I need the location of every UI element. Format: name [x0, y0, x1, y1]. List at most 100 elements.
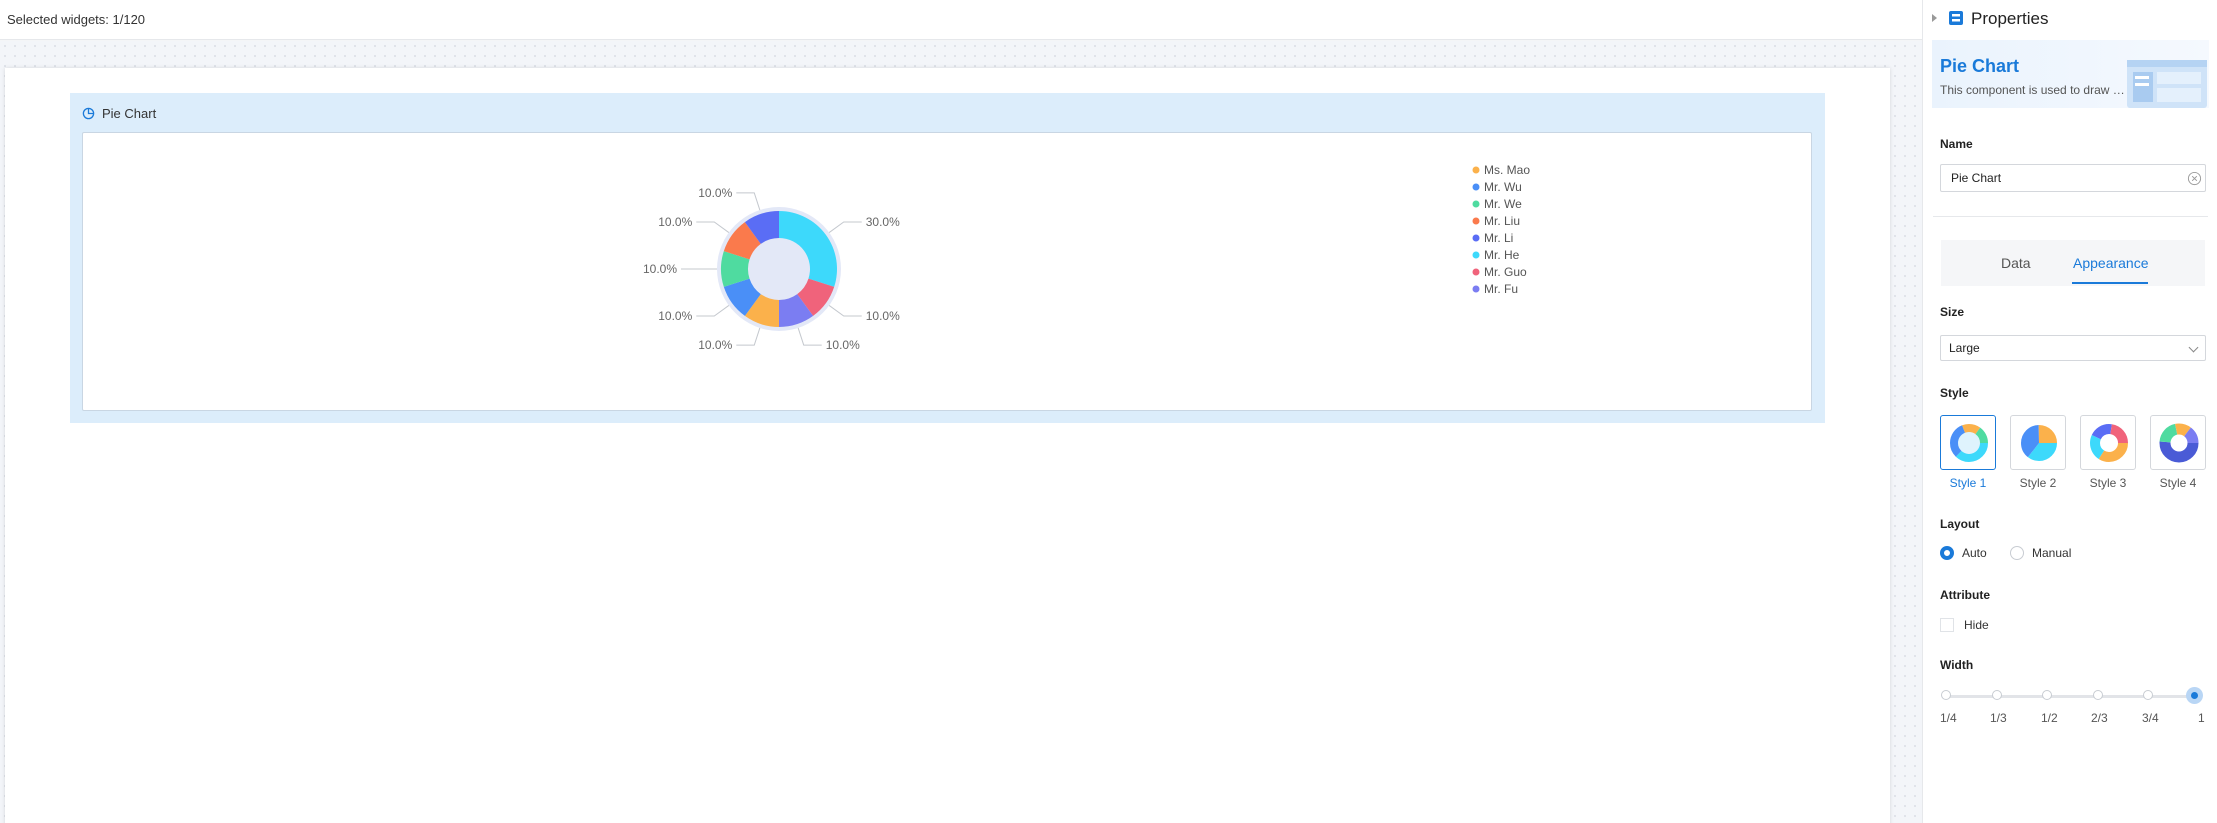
width-label: Width — [1940, 658, 1974, 672]
style-label: Style — [1940, 386, 1969, 400]
width-slider-dot[interactable] — [2042, 690, 2052, 700]
component-title: Pie Chart — [1940, 56, 2020, 76]
pie-data-label: 10.0% — [826, 338, 860, 352]
legend-label[interactable]: Mr. Li — [1484, 231, 1513, 245]
layout-manual-label: Manual — [2032, 546, 2072, 560]
selected-widgets-count: Selected widgets: 1/120 — [7, 12, 146, 27]
legend-swatch — [1472, 200, 1480, 208]
label-leader-line — [828, 305, 862, 317]
style-option-4[interactable] — [2150, 415, 2206, 470]
panel-title: Properties — [1971, 9, 2049, 28]
name-label: Name — [1940, 137, 1973, 151]
hide-checkbox[interactable]: Hide — [1940, 618, 1989, 632]
legend-swatch — [1472, 268, 1480, 276]
style-option-3[interactable] — [2080, 415, 2136, 470]
width-slider-dot[interactable] — [2143, 690, 2153, 700]
layout-auto-label: Auto — [1962, 546, 1987, 560]
style-option-1[interactable] — [1940, 415, 1996, 470]
width-slider-dot[interactable] — [1941, 690, 1951, 700]
component-illustration — [2127, 60, 2207, 108]
tab-data[interactable]: Data — [2001, 255, 2031, 271]
size-label: Size — [1940, 305, 1965, 319]
legend-label[interactable]: Mr. We — [1484, 197, 1522, 211]
layout-label: Layout — [1940, 517, 1980, 531]
legend-label[interactable]: Mr. Guo — [1484, 265, 1527, 279]
label-leader-line — [828, 221, 862, 233]
attribute-label: Attribute — [1940, 588, 1990, 602]
widget-header: Pie Chart — [82, 103, 156, 123]
label-leader-line — [736, 327, 761, 346]
checkbox-box — [1940, 618, 1954, 632]
panel-tabs: Data Appearance — [1941, 240, 2205, 286]
tab-appearance[interactable]: Appearance — [2073, 255, 2149, 271]
width-tick-label: 2/3 — [2091, 711, 2108, 725]
component-description: This component is used to draw pie chart… — [1940, 83, 2125, 97]
properties-icon — [1949, 11, 1963, 25]
width-slider-dot[interactable] — [2093, 690, 2103, 700]
pie-data-label: 10.0% — [866, 309, 900, 323]
pie-data-label: 10.0% — [658, 309, 692, 323]
legend-swatch — [1472, 183, 1480, 191]
radio-unselected-icon — [2010, 546, 2024, 560]
legend-swatch — [1472, 166, 1480, 174]
width-tick-label: 3/4 — [2142, 711, 2159, 725]
size-select[interactable]: Large — [1940, 335, 2206, 361]
active-tab-indicator — [2072, 282, 2148, 284]
name-input-value: Pie Chart — [1951, 171, 2002, 185]
widget-title: Pie Chart — [102, 105, 157, 121]
pie-data-label: 10.0% — [658, 215, 692, 229]
chart-area: 30.0% 10.0% 10.0% 10.0% 10.0% 10.0% 10.0% 10.0%… — [82, 132, 1812, 411]
divider — [1933, 216, 2208, 217]
hide-label: Hide — [1964, 618, 1989, 632]
width-tick-label: 1 — [2198, 711, 2205, 725]
pie-chart-widget[interactable]: Pie Chart 30.0% 10.0% 10.0% 10.0% 10.0% 10.0%… — [70, 93, 1825, 423]
legend-label[interactable]: Mr. Wu — [1484, 180, 1522, 194]
style-2-thumbnail — [2021, 425, 2057, 461]
style-4-thumbnail — [2159, 423, 2199, 463]
style-1-thumbnail — [1950, 424, 1988, 462]
style-2-label: Style 2 — [2019, 476, 2057, 490]
pie-chart: 30.0% 10.0% 10.0% 10.0% 10.0% 10.0% 10.0% 10.0%… — [643, 163, 1530, 352]
style-1-label: Style 1 — [1949, 476, 1987, 490]
pie-data-label: 10.0% — [698, 186, 732, 200]
legend-swatch — [1472, 217, 1480, 225]
clear-icon[interactable] — [2187, 171, 2202, 186]
properties-panel: Properties Pie Chart This component is u… — [1922, 0, 2217, 823]
pie-data-label: 10.0% — [698, 338, 732, 352]
label-leader-line — [696, 221, 730, 233]
label-leader-line — [736, 192, 761, 211]
canvas: Pie Chart 30.0% 10.0% 10.0% 10.0% 10.0% 10.0%… — [0, 41, 1922, 823]
legend-label[interactable]: Mr. Fu — [1484, 282, 1518, 296]
legend-swatch — [1472, 251, 1480, 259]
top-bar: Selected widgets: 1/120 — [0, 0, 1922, 40]
style-4-label: Style 4 — [2159, 476, 2197, 490]
width-slider-handle[interactable] — [2186, 687, 2203, 704]
pie-chart-icon — [82, 107, 95, 119]
width-slider-track[interactable] — [1945, 695, 2198, 698]
style-option-2[interactable] — [2010, 415, 2066, 470]
width-tick-label: 1/2 — [2041, 711, 2058, 725]
label-leader-line — [696, 305, 730, 317]
panel-header: Properties — [1923, 0, 2217, 36]
pie-data-label: 10.0% — [643, 262, 677, 276]
label-leader-line — [797, 327, 822, 346]
size-select-value: Large — [1949, 341, 1980, 355]
component-info-card: Pie Chart This component is used to draw… — [1932, 40, 2209, 108]
legend-swatch — [1472, 234, 1480, 242]
dashboard-page: Pie Chart 30.0% 10.0% 10.0% 10.0% 10.0% 10.0%… — [5, 68, 1890, 823]
style-3-thumbnail — [2090, 424, 2128, 462]
radio-selected-icon — [1940, 546, 1954, 560]
layout-auto-radio[interactable]: Auto — [1940, 546, 1987, 560]
layout-manual-radio[interactable]: Manual — [2010, 546, 2071, 560]
name-input[interactable]: Pie Chart — [1940, 164, 2206, 192]
legend-label[interactable]: Mr. Liu — [1484, 214, 1520, 228]
chevron-down-icon — [2188, 342, 2199, 353]
collapse-caret-icon[interactable] — [1932, 14, 1937, 22]
width-tick-label: 1/4 — [1940, 711, 1957, 725]
legend-label[interactable]: Mr. He — [1484, 248, 1520, 262]
pie-data-label: 30.0% — [866, 215, 900, 229]
width-slider-dot[interactable] — [1992, 690, 2002, 700]
legend-label[interactable]: Ms. Mao — [1484, 163, 1530, 177]
width-tick-label: 1/3 — [1990, 711, 2007, 725]
legend-swatch — [1472, 285, 1480, 293]
